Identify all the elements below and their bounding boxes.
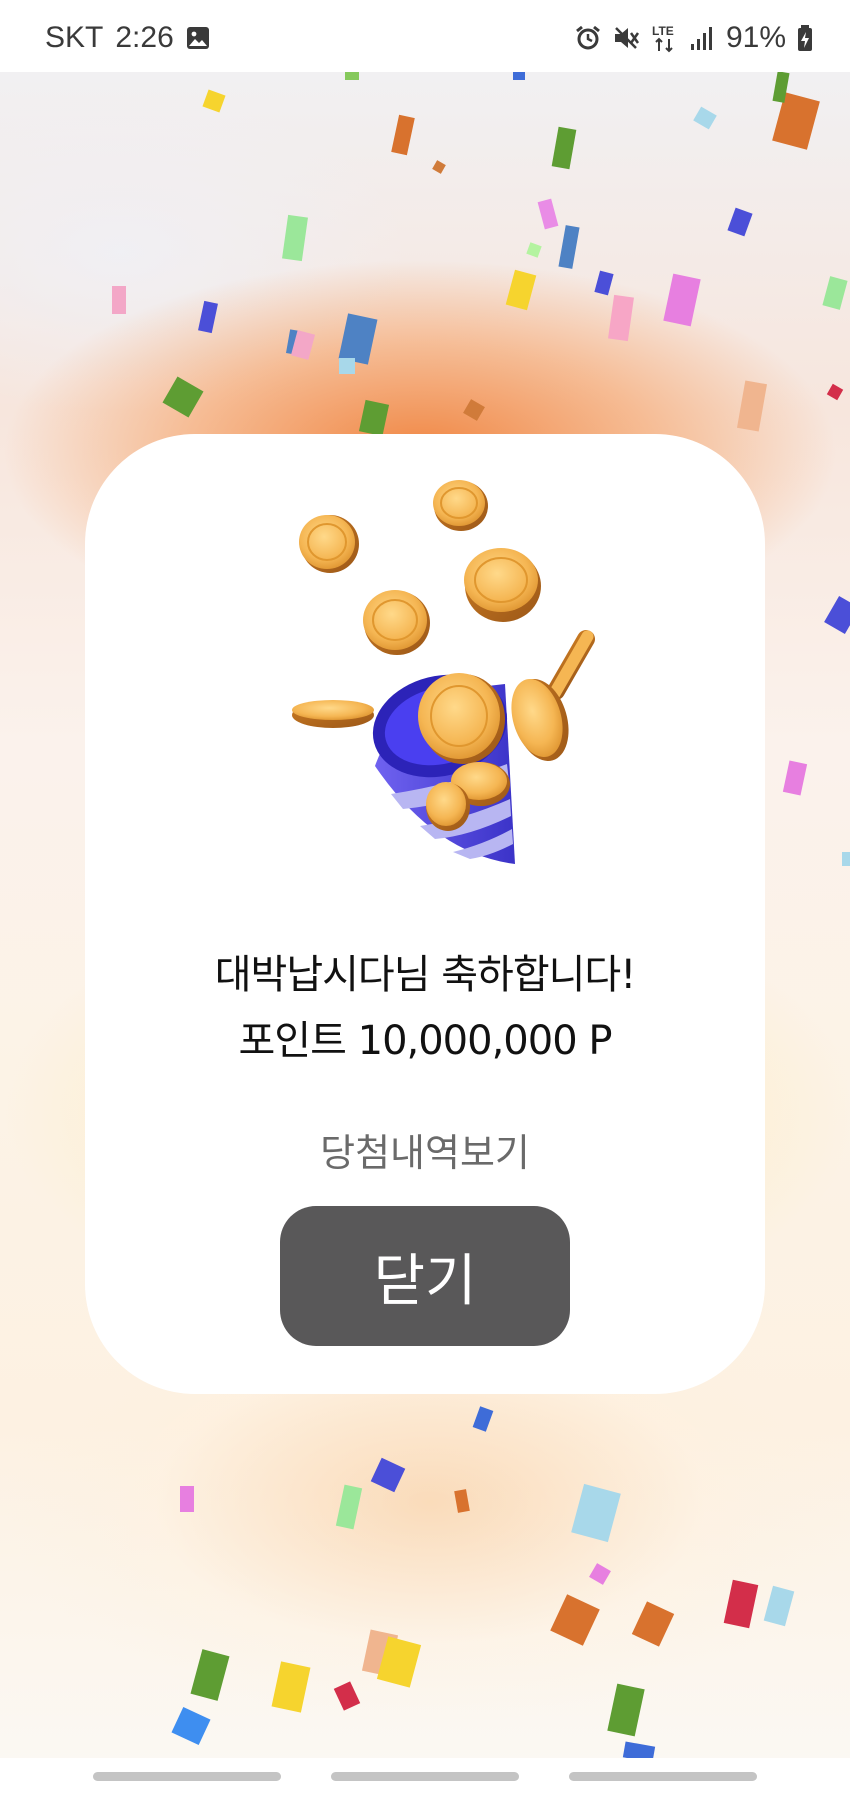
recent-apps-handle[interactable]: [93, 1772, 281, 1781]
confetti-piece: [190, 1649, 230, 1701]
confetti-piece: [333, 1681, 361, 1711]
confetti-piece: [842, 852, 850, 866]
confetti-piece: [594, 270, 614, 296]
confetti-piece: [763, 1585, 795, 1627]
confetti-piece: [463, 399, 485, 421]
signal-bars-icon: [690, 24, 716, 52]
points-amount: 포인트 10,000,000 P: [238, 1018, 613, 1064]
confetti-piece: [723, 1579, 759, 1629]
confetti-piece: [505, 269, 537, 311]
confetti-piece: [345, 72, 359, 80]
confetti-piece: [526, 242, 542, 258]
coin-icon: [299, 515, 359, 573]
lte-icon: LTE: [650, 23, 680, 53]
confetti-piece: [608, 294, 634, 342]
confetti-piece: [513, 72, 525, 80]
bottom-navigation-bar: [0, 1758, 850, 1794]
confetti-piece: [338, 313, 378, 365]
confetti-piece: [537, 198, 559, 230]
confetti-piece: [271, 1661, 311, 1713]
confetti-piece: [432, 160, 446, 174]
view-winning-history-link[interactable]: 당첨내역보기: [85, 1122, 765, 1177]
coin-icon: [292, 700, 374, 728]
coin-icon: [433, 480, 488, 531]
confetti-piece: [824, 596, 850, 634]
back-handle[interactable]: [569, 1772, 757, 1781]
battery-percent: 91%: [725, 21, 786, 54]
congratulations-dialog: 대박납시다님 축하합니다! 포인트 10,000,000 P 당첨내역보기 닫기: [85, 434, 765, 1394]
congratulations-title: 대박납시다님 축하합니다!: [214, 952, 637, 998]
coins-party-popper-illustration: [215, 464, 655, 894]
confetti-piece: [335, 1484, 363, 1530]
confetti-piece: [551, 126, 577, 170]
confetti-piece: [558, 225, 580, 269]
confetti-piece: [454, 1489, 470, 1513]
confetti-piece: [171, 1706, 211, 1746]
status-left: SKT 2:26: [45, 18, 210, 58]
confetti-piece: [391, 114, 415, 156]
confetti-piece: [826, 383, 844, 401]
confetti-piece: [472, 1406, 494, 1432]
confetti-piece: [782, 760, 808, 796]
status-bar: SKT 2:26 LTE 91%: [0, 0, 850, 72]
confetti-piece: [282, 214, 308, 262]
confetti-piece: [550, 1594, 600, 1646]
confetti-piece: [112, 286, 126, 314]
image-notification-icon: [186, 26, 210, 50]
battery-charging-icon: [796, 24, 814, 52]
confetti-piece: [736, 380, 768, 432]
confetti-piece: [358, 399, 390, 437]
confetti-piece: [202, 89, 226, 113]
confetti-piece: [607, 1683, 645, 1737]
clock: 2:26: [115, 21, 174, 54]
confetti-piece: [571, 1483, 621, 1543]
vibrate-mute-icon: [612, 24, 640, 52]
confetti-piece: [631, 1601, 675, 1647]
confetti-piece: [589, 1563, 611, 1585]
confetti-piece: [339, 358, 355, 374]
confetti-piece: [822, 276, 848, 310]
confetti-piece: [693, 106, 717, 130]
alarm-icon: [574, 24, 602, 52]
confetti-piece: [370, 1457, 406, 1493]
confetti-piece: [180, 1486, 194, 1512]
home-handle[interactable]: [331, 1772, 519, 1781]
coin-icon: [464, 548, 541, 622]
coin-icon: [363, 590, 430, 655]
svg-text:LTE: LTE: [652, 24, 674, 38]
confetti-piece: [663, 273, 701, 327]
confetti-piece: [198, 300, 218, 334]
confetti-piece: [162, 376, 204, 418]
confetti-piece: [727, 207, 753, 237]
status-right: LTE 91%: [574, 18, 814, 58]
close-button[interactable]: 닫기: [280, 1206, 570, 1346]
carrier-label: SKT: [45, 21, 104, 54]
